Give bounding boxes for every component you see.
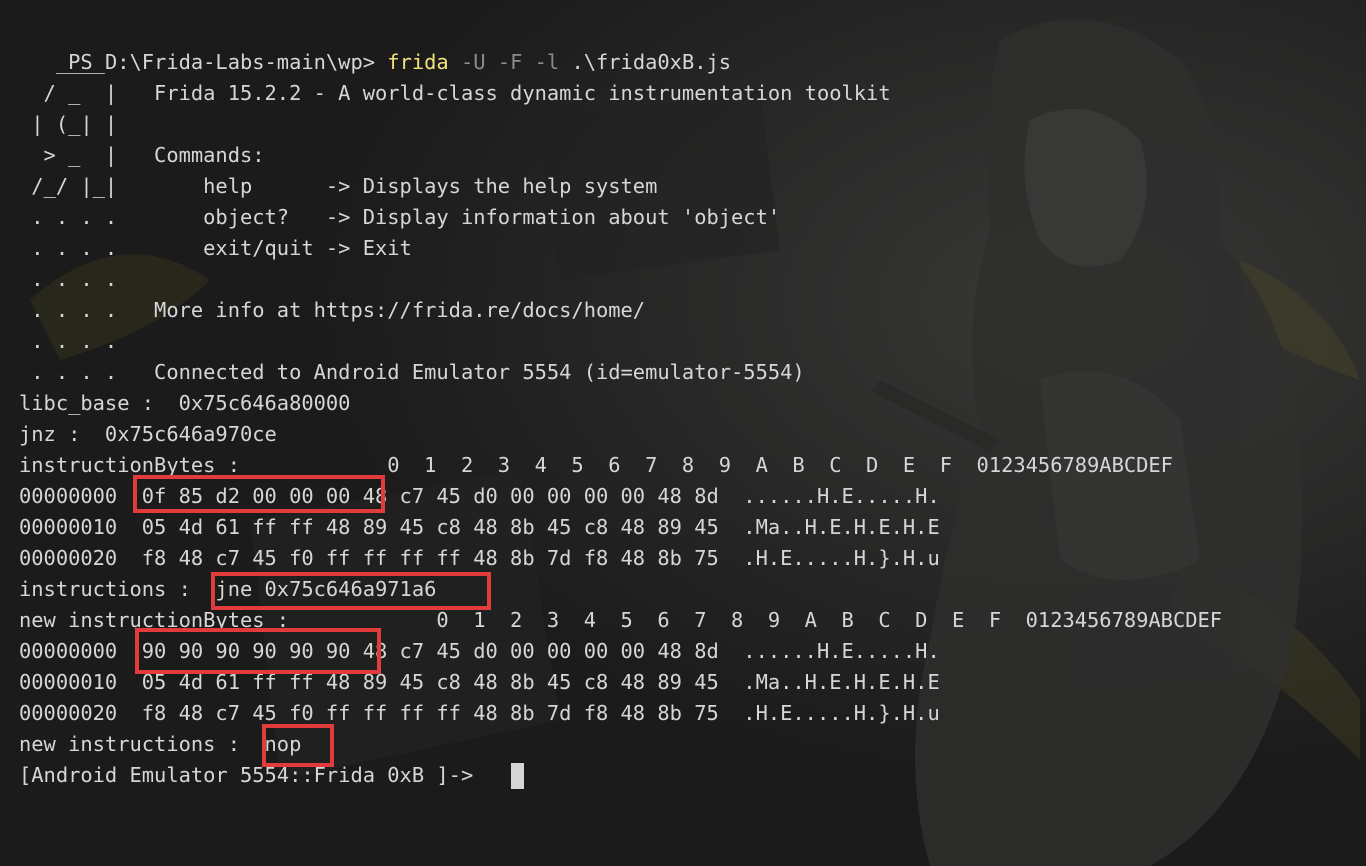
output-line: new instructions : nop [19,732,302,756]
prompt: PS D:\Frida-Labs-main\wp> [68,50,388,74]
banner-line: > _ | Commands: [19,143,265,167]
banner-line: / _ | Frida 15.2.2 - A world-class dynam… [19,81,891,105]
banner-line: . . . . [19,329,118,353]
highlight-patched-instruction [262,724,334,767]
banner-line: | (_| | [19,112,118,136]
hexdump-row: 00000020 f8 48 c7 45 f0 ff ff ff ff 48 8… [19,546,940,570]
highlight-patched-bytes [135,628,381,674]
command-name: frida [387,50,449,74]
output-line: jnz : 0x75c646a970ce [19,422,277,446]
banner-line: ____ [19,50,105,74]
terminal-window[interactable]: PS D:\Frida-Labs-main\wp> frida -U -F -l… [0,0,1366,866]
hexdump-row: 00000020 f8 48 c7 45 f0 ff ff ff ff 48 8… [19,701,940,725]
banner-line: . . . . exit/quit -> Exit [19,236,412,260]
command-script: .\frida0xB.js [571,50,732,74]
repl-prompt[interactable]: [Android Emulator 5554::Frida 0xB ]-> [19,760,486,791]
banner-line: . . . . object? -> Display information a… [19,205,781,229]
output-line: libc_base : 0x75c646a80000 [19,391,351,415]
text-cursor [511,763,524,789]
banner-line: /_/ |_| help -> Displays the help system [19,174,658,198]
banner-line: . . . . More info at https://frida.re/do… [19,298,646,322]
banner-line: . . . . Connected to Android Emulator 55… [19,360,805,384]
highlight-original-bytes [133,475,385,513]
hexdump-row: 00000010 05 4d 61 ff ff 48 89 45 c8 48 8… [19,515,940,539]
highlight-original-instruction [211,572,491,610]
banner-line: . . . . [19,267,118,291]
command-flags: -U -F -l [448,50,572,74]
command-line: PS D:\Frida-Labs-main\wp> frida -U -F -l… [19,16,731,74]
